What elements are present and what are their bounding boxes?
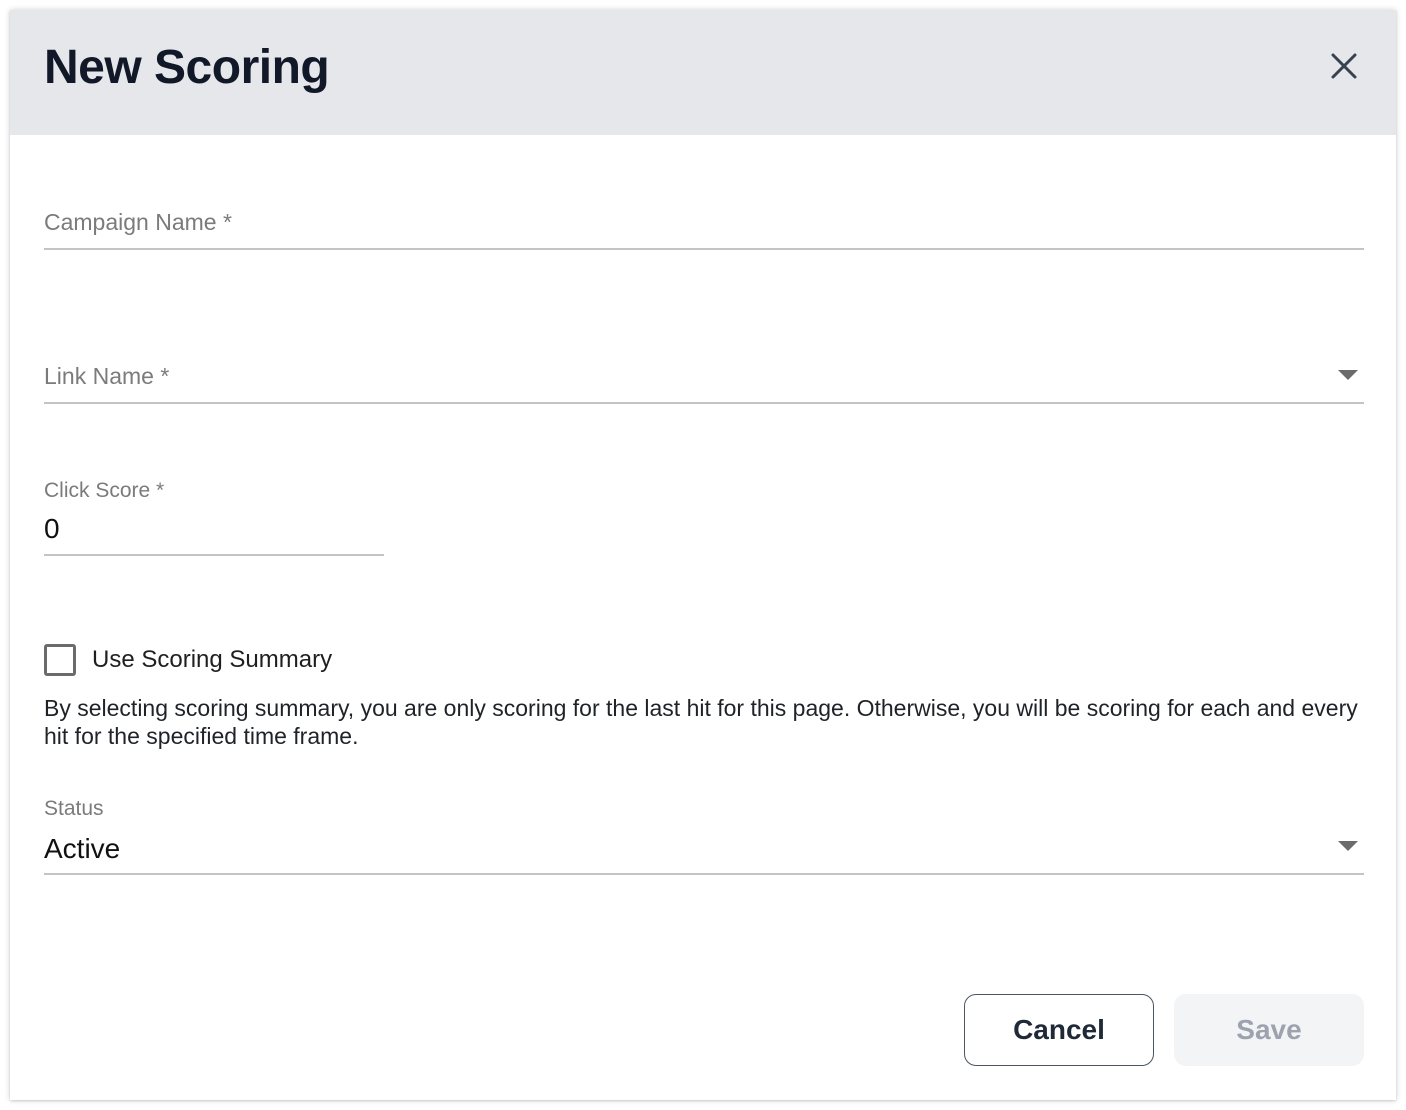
link-name-underline <box>44 402 1364 404</box>
use-scoring-summary-label[interactable]: Use Scoring Summary <box>92 645 332 675</box>
dialog-header: New Scoring <box>10 10 1396 135</box>
cancel-button[interactable]: Cancel <box>964 994 1154 1066</box>
campaign-name-underline <box>44 248 1364 250</box>
new-scoring-dialog: New Scoring Campaign Name * Link Name * … <box>10 10 1396 1100</box>
status-select[interactable]: Status Active <box>44 796 1364 875</box>
use-scoring-summary-row[interactable]: Use Scoring Summary <box>44 644 332 676</box>
click-score-input[interactable]: 0 <box>44 512 60 546</box>
chevron-down-icon <box>1338 841 1358 851</box>
save-button[interactable]: Save <box>1174 994 1364 1066</box>
dialog-title: New Scoring <box>44 41 330 94</box>
campaign-name-field[interactable]: Campaign Name * <box>44 190 1364 250</box>
click-score-label: Click Score * <box>44 479 165 502</box>
campaign-name-label: Campaign Name * <box>44 209 232 235</box>
close-icon <box>1331 53 1357 79</box>
click-score-underline <box>44 554 384 556</box>
link-name-label: Link Name * <box>44 363 170 389</box>
close-button[interactable] <box>1322 48 1366 84</box>
use-scoring-summary-checkbox[interactable] <box>44 644 76 676</box>
link-name-select[interactable]: Link Name * <box>44 344 1364 404</box>
chevron-down-icon <box>1338 370 1358 380</box>
click-score-field[interactable]: Click Score * 0 <box>44 478 384 556</box>
status-value: Active <box>44 833 121 864</box>
status-label: Status <box>44 797 104 820</box>
scoring-summary-help-text: By selecting scoring summary, you are on… <box>44 695 1358 749</box>
status-underline <box>44 873 1364 875</box>
